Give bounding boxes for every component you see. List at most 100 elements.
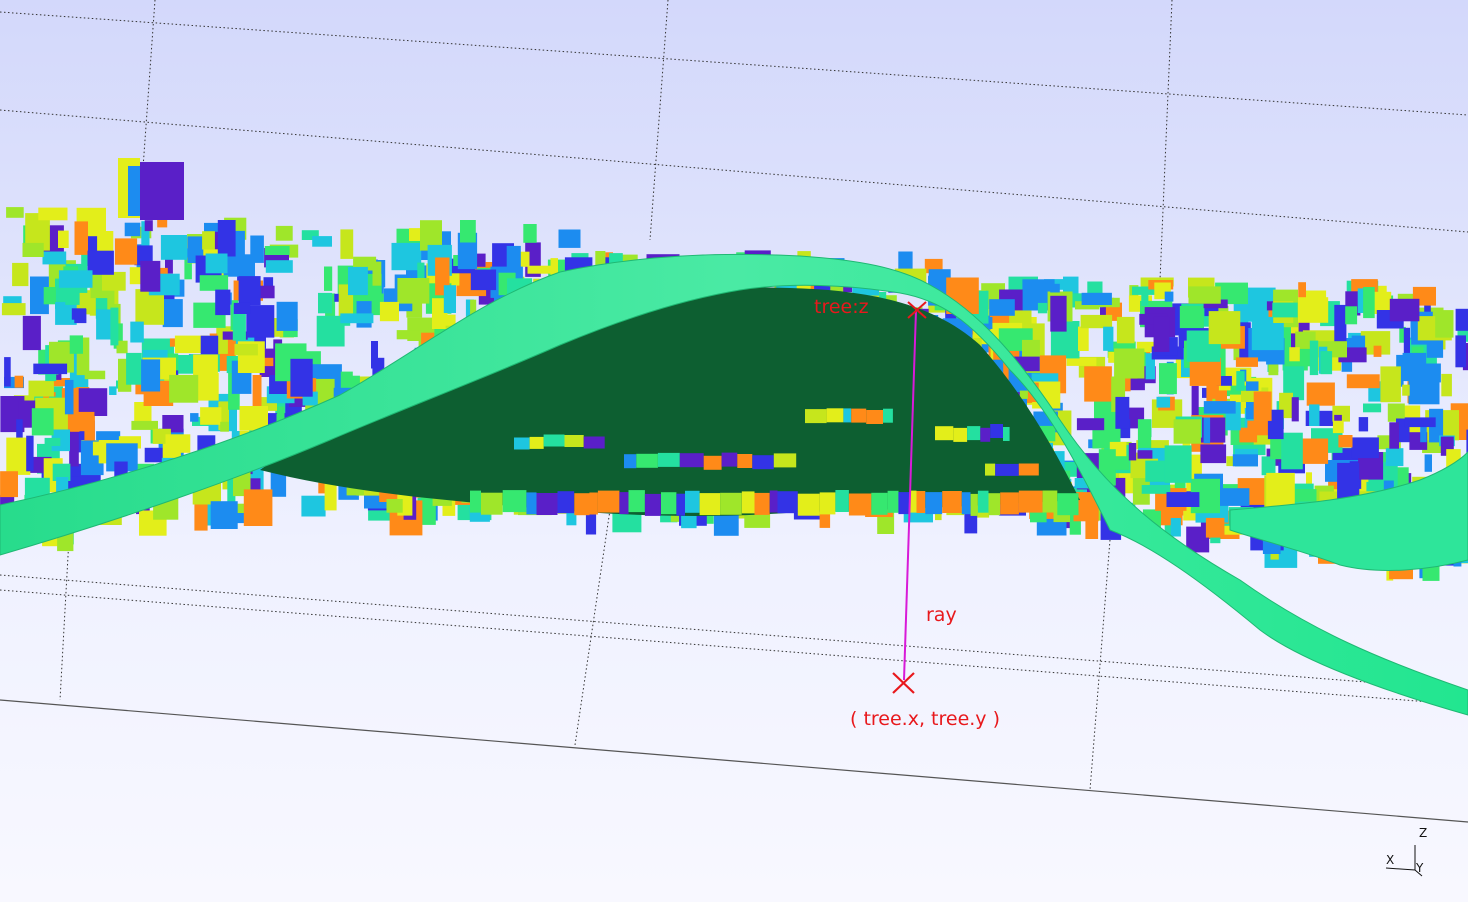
building-block: [1320, 351, 1333, 375]
building-block: [202, 231, 215, 250]
axis-y-label: Y: [1416, 861, 1424, 875]
3d-viewport[interactable]: tree:z ray ( tree.x, tree.y ) Z X Y: [0, 0, 1468, 902]
building-block: [1435, 310, 1454, 338]
building-block: [78, 388, 108, 416]
building-block: [371, 341, 378, 369]
building-block: [1306, 382, 1335, 406]
channel-block: [1057, 493, 1079, 516]
building-block: [1408, 369, 1440, 405]
building-block: [1205, 517, 1225, 538]
building-block: [1332, 420, 1344, 434]
channel-block: [502, 490, 527, 513]
building-block: [12, 262, 29, 287]
channel-block: [935, 426, 954, 441]
building-block: [318, 292, 332, 314]
building-block: [38, 207, 68, 221]
channel-block: [826, 408, 844, 423]
building-block: [396, 330, 424, 340]
building-block: [64, 411, 95, 432]
building-block: [1389, 422, 1399, 449]
channel-block: [636, 453, 658, 468]
building-block: [523, 224, 537, 243]
building-block: [1297, 297, 1329, 323]
building-block: [386, 499, 403, 513]
building-block: [340, 313, 374, 324]
channel-block: [1018, 490, 1043, 513]
channel-block: [526, 492, 537, 515]
building-block: [1115, 396, 1130, 429]
channel-block: [819, 492, 836, 515]
channel-block: [990, 424, 1003, 438]
building-block: [42, 251, 67, 265]
channel-block: [619, 492, 629, 515]
building-block: [1338, 435, 1353, 448]
building-block: [165, 434, 191, 453]
building-block: [290, 358, 313, 397]
building-block: [1103, 326, 1114, 351]
building-block: [140, 260, 161, 292]
tree-xy-label: ( tree.x, tree.y ): [850, 708, 1000, 730]
building-block: [1272, 302, 1298, 318]
building-block: [470, 269, 497, 291]
building-block: [989, 299, 1015, 316]
scene-canvas[interactable]: [0, 0, 1468, 902]
channel-block: [679, 453, 704, 468]
channel-block: [583, 436, 605, 449]
channel-block: [754, 492, 770, 515]
building-block: [264, 246, 290, 255]
building-block: [190, 413, 199, 422]
building-block: [199, 275, 229, 291]
channel-block: [916, 491, 926, 513]
channel-block: [1018, 463, 1039, 476]
building-block: [1358, 417, 1369, 432]
channel-block: [644, 493, 661, 516]
building-block: [1037, 302, 1048, 314]
building-block: [1404, 417, 1436, 428]
channel-block: [574, 493, 590, 516]
building-block: [1153, 316, 1170, 352]
channel-block: [557, 491, 575, 514]
axis-x-label: X: [1386, 853, 1395, 867]
channel-block: [848, 493, 872, 516]
channel-block: [1000, 492, 1019, 515]
building-block: [96, 309, 113, 340]
channel-block: [657, 452, 680, 467]
building-block: [1128, 443, 1137, 461]
building-block: [558, 229, 581, 248]
channel-block: [628, 490, 645, 513]
channel-block: [953, 427, 968, 442]
building-block: [1203, 417, 1211, 444]
building-block: [527, 265, 552, 274]
building-block: [1, 303, 26, 316]
channel-block: [661, 492, 677, 515]
building-block: [14, 375, 24, 388]
building-block: [1208, 311, 1241, 345]
channel-block: [752, 455, 774, 470]
channel-block: [543, 434, 565, 447]
building-block: [1114, 348, 1145, 379]
channel-block: [866, 410, 883, 424]
building-block: [4, 357, 11, 387]
channel-block: [977, 490, 989, 513]
building-block: [1345, 306, 1358, 325]
channel-block: [970, 493, 978, 516]
building-block: [1191, 385, 1199, 420]
channel-block: [721, 452, 738, 467]
building-block: [1236, 371, 1245, 391]
building-block: [110, 307, 119, 346]
building-block: [1189, 357, 1221, 386]
building-block: [1116, 316, 1135, 344]
tree-z-label: tree:z: [814, 296, 869, 318]
building-block: [1346, 374, 1380, 389]
building-block: [1270, 436, 1282, 460]
building-block: [69, 335, 83, 354]
building-block: [220, 421, 229, 432]
channel-block: [883, 408, 893, 423]
channel-block: [961, 492, 971, 515]
building-block: [1050, 283, 1060, 293]
channel-block: [699, 493, 721, 516]
building-block: [1170, 518, 1181, 537]
building-block: [1424, 454, 1432, 472]
building-block: [1289, 347, 1300, 362]
building-block: [372, 261, 382, 286]
